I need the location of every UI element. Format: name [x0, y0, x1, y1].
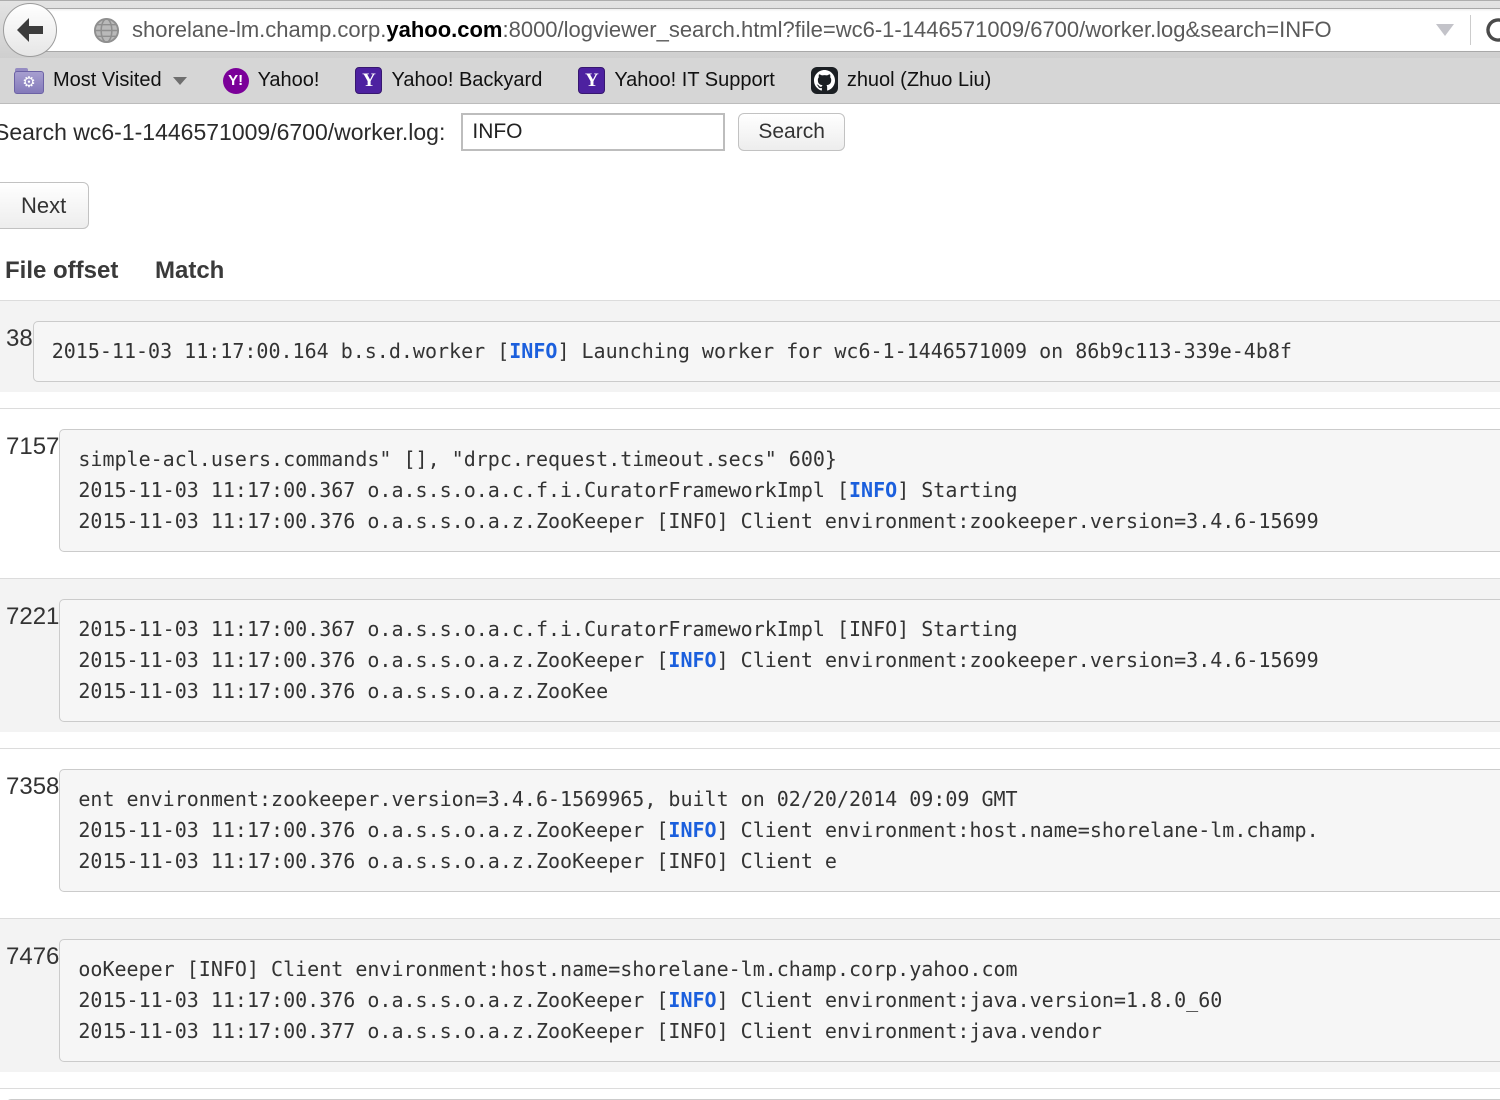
file-offset-value: 38 [0, 321, 33, 392]
next-button[interactable]: Next [0, 182, 89, 229]
file-offset-value: 7221 [0, 599, 59, 732]
search-button[interactable]: Search [738, 113, 845, 151]
log-match-block: 2015-11-03 11:17:00.164 b.s.d.worker [IN… [33, 321, 1500, 382]
bookmark-label: zhuol (Zhuo Liu) [847, 69, 992, 92]
table-row [0, 1088, 1500, 1100]
search-file-label: Search wc6-1-1446571009/6700/worker.log: [0, 119, 445, 146]
yahoo-square-icon: Y [578, 67, 605, 94]
search-match-highlight: INFO [668, 648, 716, 672]
file-offset-value: 7358 [0, 769, 59, 902]
yahoo-square-icon: Y [355, 67, 382, 94]
url-history-dropdown-icon[interactable] [1436, 24, 1454, 36]
back-button[interactable] [3, 3, 57, 57]
url-bar-divider [1470, 15, 1471, 45]
browser-toolbar: shorelane-lm.champ.corp.yahoo.com:8000/l… [0, 0, 1500, 58]
table-row: 72212015-11-03 11:17:00.367 o.a.s.s.o.a.… [0, 578, 1500, 748]
file-offset-header: File offset [5, 257, 155, 285]
log-match-block: ent environment:zookeeper.version=3.4.6-… [59, 769, 1500, 892]
logviewer-page: Search wc6-1-1446571009/6700/worker.log:… [0, 104, 1500, 1100]
bookmark-yahoo[interactable]: Y! Yahoo! [223, 68, 320, 94]
bookmarks-bar: ⚙ Most Visited Y! Yahoo! Y Yahoo! Backya… [0, 58, 1500, 104]
bookmark-label: Yahoo! [258, 69, 320, 92]
bookmark-label: Yahoo! IT Support [614, 69, 774, 92]
back-arrow-icon [15, 17, 45, 43]
table-row: 7358ent environment:zookeeper.version=3.… [0, 748, 1500, 918]
bookmark-label: Most Visited [53, 69, 162, 92]
table-row: 382015-11-03 11:17:00.164 b.s.d.worker [… [0, 300, 1500, 408]
search-results-table: File offset Match 382015-11-03 11:17:00.… [0, 254, 1500, 1100]
search-match-highlight: INFO [849, 478, 897, 502]
match-header: Match [155, 257, 224, 285]
url-text: shorelane-lm.champ.corp.yahoo.com:8000/l… [132, 17, 1428, 43]
search-match-highlight: INFO [668, 988, 716, 1012]
log-rows: 382015-11-03 11:17:00.164 b.s.d.worker [… [0, 300, 1500, 1100]
url-domain: yahoo.com [386, 17, 502, 42]
bookmark-github-zhuol[interactable]: zhuol (Zhuo Liu) [811, 67, 992, 94]
table-row: 7157simple-acl.users.commands" [], "drpc… [0, 408, 1500, 578]
folder-gear-icon: ⚙ [14, 68, 44, 94]
reload-icon[interactable] [1483, 15, 1500, 45]
url-prefix: shorelane-lm.champ.corp. [132, 17, 386, 42]
search-match-highlight: INFO [668, 818, 716, 842]
bookmark-most-visited[interactable]: ⚙ Most Visited [14, 68, 187, 94]
log-match-block: ooKeeper [INFO] Client environment:host.… [59, 939, 1500, 1062]
log-match-block: 2015-11-03 11:17:00.367 o.a.s.s.o.a.c.f.… [59, 599, 1500, 722]
github-icon [811, 67, 838, 94]
file-offset-value: 7476 [0, 939, 59, 1072]
url-suffix: :8000/logviewer_search.html?file=wc6-1-1… [502, 17, 1331, 42]
table-header-row: File offset Match [0, 254, 1500, 300]
bookmark-label: Yahoo! Backyard [391, 69, 542, 92]
table-row: 7476ooKeeper [INFO] Client environment:h… [0, 918, 1500, 1088]
search-input[interactable] [461, 113, 725, 151]
chevron-down-icon [173, 77, 187, 85]
url-bar[interactable]: shorelane-lm.champ.corp.yahoo.com:8000/l… [30, 8, 1500, 52]
globe-icon [93, 17, 120, 44]
file-offset-value: 7157 [0, 429, 59, 562]
log-match-block: simple-acl.users.commands" [], "drpc.req… [59, 429, 1500, 552]
bookmark-yahoo-backyard[interactable]: Y Yahoo! Backyard [355, 67, 542, 94]
search-match-highlight: INFO [509, 339, 557, 363]
yahoo-circle-icon: Y! [223, 68, 249, 94]
bookmark-yahoo-it-support[interactable]: Y Yahoo! IT Support [578, 67, 774, 94]
